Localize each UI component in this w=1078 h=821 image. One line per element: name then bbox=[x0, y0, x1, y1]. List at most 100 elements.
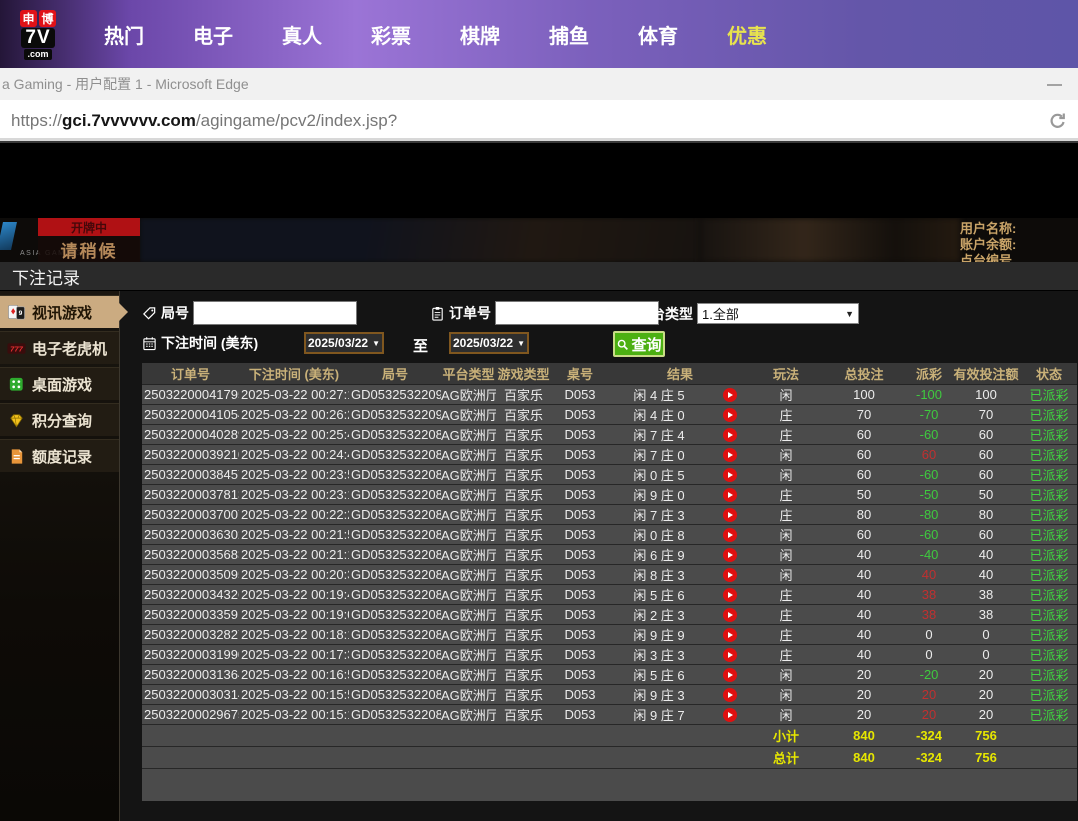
calendar-icon bbox=[142, 336, 157, 351]
play-icon[interactable] bbox=[723, 508, 737, 522]
table-row: 250322000343265 2025-03-22 00:19:46 GD05… bbox=[142, 584, 1077, 604]
nav-item[interactable]: 彩票 bbox=[371, 20, 411, 49]
platform-select[interactable]: 1.全部 ▼ bbox=[697, 303, 859, 324]
cell-status: 已派彩 bbox=[1021, 404, 1077, 424]
cell-bet-on: 闲 bbox=[751, 384, 821, 404]
cell-status: 已派彩 bbox=[1021, 644, 1077, 664]
cell-table-no: D053 bbox=[551, 584, 609, 604]
cell-game-type: 百家乐 bbox=[496, 584, 551, 604]
minimize-icon[interactable]: — bbox=[1047, 76, 1062, 93]
nav-item[interactable]: 体育 bbox=[638, 20, 678, 49]
play-icon[interactable] bbox=[723, 688, 737, 702]
nav-item[interactable]: 棋牌 bbox=[460, 20, 500, 49]
cell-total-bet: 40 bbox=[821, 604, 907, 624]
cell-valid-bet: 60 bbox=[951, 444, 1021, 464]
svg-text:777: 777 bbox=[10, 344, 23, 353]
url-input[interactable]: https://gci.7vvvvvv.com/agingame/pcv2/in… bbox=[0, 111, 397, 131]
date-from-picker[interactable]: 2025/03/22 ▼ bbox=[304, 332, 384, 354]
column-header: 有效投注额 bbox=[951, 363, 1021, 384]
cell-bet-time: 2025-03-22 00:22:29 bbox=[239, 504, 349, 524]
total-valid: 756 bbox=[951, 746, 1021, 768]
cell-replay bbox=[709, 584, 751, 604]
cell-game-type: 百家乐 bbox=[496, 404, 551, 424]
cell-bet-time: 2025-03-22 00:19:05 bbox=[239, 604, 349, 624]
cell-replay bbox=[709, 684, 751, 704]
cell-result: 闲 9 庄 0 bbox=[609, 484, 709, 504]
play-icon[interactable] bbox=[723, 488, 737, 502]
play-icon[interactable] bbox=[723, 708, 737, 722]
play-icon[interactable] bbox=[723, 648, 737, 662]
subtotal-row: 小计 840 -324 756 bbox=[142, 724, 1077, 746]
playing-cards-icon: 9 bbox=[7, 303, 26, 322]
refresh-icon[interactable] bbox=[1048, 111, 1068, 131]
total-label: 总计 bbox=[751, 746, 821, 768]
cell-result: 闲 2 庄 3 bbox=[609, 604, 709, 624]
cell-valid-bet: 40 bbox=[951, 544, 1021, 564]
cell-bet-time: 2025-03-22 00:25:44 bbox=[239, 424, 349, 444]
cell-valid-bet: 38 bbox=[951, 584, 1021, 604]
wait-message: 请稍候 bbox=[38, 236, 140, 262]
cell-payout: 20 bbox=[907, 684, 951, 704]
search-button[interactable]: 查询 bbox=[613, 331, 665, 357]
play-icon[interactable] bbox=[723, 608, 737, 622]
cell-replay bbox=[709, 464, 751, 484]
nav-item[interactable]: 热门 bbox=[104, 20, 144, 49]
cell-result: 闲 4 庄 5 bbox=[609, 384, 709, 404]
sidebar-item-credit-log[interactable]: 额度记录 bbox=[0, 439, 119, 472]
banner-backdrop-right bbox=[700, 218, 960, 262]
cell-round-no: GD0532532208P bbox=[349, 624, 441, 644]
play-icon[interactable] bbox=[723, 428, 737, 442]
url-domain: gci.7vvvvvv.com bbox=[62, 111, 196, 130]
round-input[interactable] bbox=[193, 301, 357, 325]
play-icon[interactable] bbox=[723, 588, 737, 602]
date-to-picker[interactable]: 2025/03/22 ▼ bbox=[449, 332, 529, 354]
play-icon[interactable] bbox=[723, 408, 737, 422]
cell-platform: AG欧洲厅 bbox=[441, 524, 496, 544]
cell-order-no: 250322000313641 bbox=[142, 664, 239, 684]
dealing-status-box: 开牌中 请稍候 bbox=[38, 218, 140, 262]
cell-round-no: GD0532532208V bbox=[349, 504, 441, 524]
cell-game-type: 百家乐 bbox=[496, 564, 551, 584]
cell-replay bbox=[709, 544, 751, 564]
cell-round-no: GD0532532208L bbox=[349, 704, 441, 724]
play-icon[interactable] bbox=[723, 448, 737, 462]
site-logo[interactable]: 申 博 7V .com bbox=[8, 10, 68, 60]
play-icon[interactable] bbox=[723, 668, 737, 682]
sidebar-item-live-games[interactable]: 9 视讯游戏 bbox=[0, 295, 119, 328]
nav-item[interactable]: 电子 bbox=[193, 20, 233, 49]
play-icon[interactable] bbox=[723, 568, 737, 582]
nav-item[interactable]: 捕鱼 bbox=[549, 20, 589, 49]
search-button-label: 查询 bbox=[631, 334, 661, 355]
cell-round-no: GD0532532208W bbox=[349, 484, 441, 504]
cell-bet-time: 2025-03-22 00:24:40 bbox=[239, 444, 349, 464]
filter-form: 局号 订单号 平台类型 1.全部 ▼ bbox=[142, 291, 1078, 363]
cell-replay bbox=[709, 384, 751, 404]
cell-payout: -60 bbox=[907, 424, 951, 444]
cell-total-bet: 100 bbox=[821, 384, 907, 404]
play-icon[interactable] bbox=[723, 388, 737, 402]
play-icon[interactable] bbox=[723, 528, 737, 542]
content: 9 视讯游戏 777 电子老虎机 桌面游戏 积分查询 额度记录 bbox=[0, 291, 1078, 821]
cell-table-no: D053 bbox=[551, 484, 609, 504]
nav-item[interactable]: 优惠 bbox=[727, 20, 767, 49]
cell-result: 闲 3 庄 3 bbox=[609, 644, 709, 664]
cell-order-no: 250322000410546 bbox=[142, 404, 239, 424]
nav-menu: 热门 电子 真人 彩票 棋牌 捕鱼 体育 优惠 bbox=[104, 20, 767, 49]
cell-payout: -60 bbox=[907, 524, 951, 544]
play-icon[interactable] bbox=[723, 628, 737, 642]
table-row: 250322000370079 2025-03-22 00:22:29 GD05… bbox=[142, 504, 1077, 524]
user-name-label: 用户名称: bbox=[960, 221, 1078, 237]
play-icon[interactable] bbox=[723, 548, 737, 562]
nav-item[interactable]: 真人 bbox=[282, 20, 322, 49]
table-row: 250322000303142 2025-03-22 00:15:53 GD05… bbox=[142, 684, 1077, 704]
cell-game-type: 百家乐 bbox=[496, 504, 551, 524]
cell-game-type: 百家乐 bbox=[496, 524, 551, 544]
sidebar-item-slots[interactable]: 777 电子老虎机 bbox=[0, 331, 119, 364]
cell-replay bbox=[709, 644, 751, 664]
clipboard-icon bbox=[430, 306, 445, 321]
cell-table-no: D053 bbox=[551, 384, 609, 404]
sidebar-item-table-games[interactable]: 桌面游戏 bbox=[0, 367, 119, 400]
cell-valid-bet: 70 bbox=[951, 404, 1021, 424]
play-icon[interactable] bbox=[723, 468, 737, 482]
sidebar-item-points[interactable]: 积分查询 bbox=[0, 403, 119, 436]
